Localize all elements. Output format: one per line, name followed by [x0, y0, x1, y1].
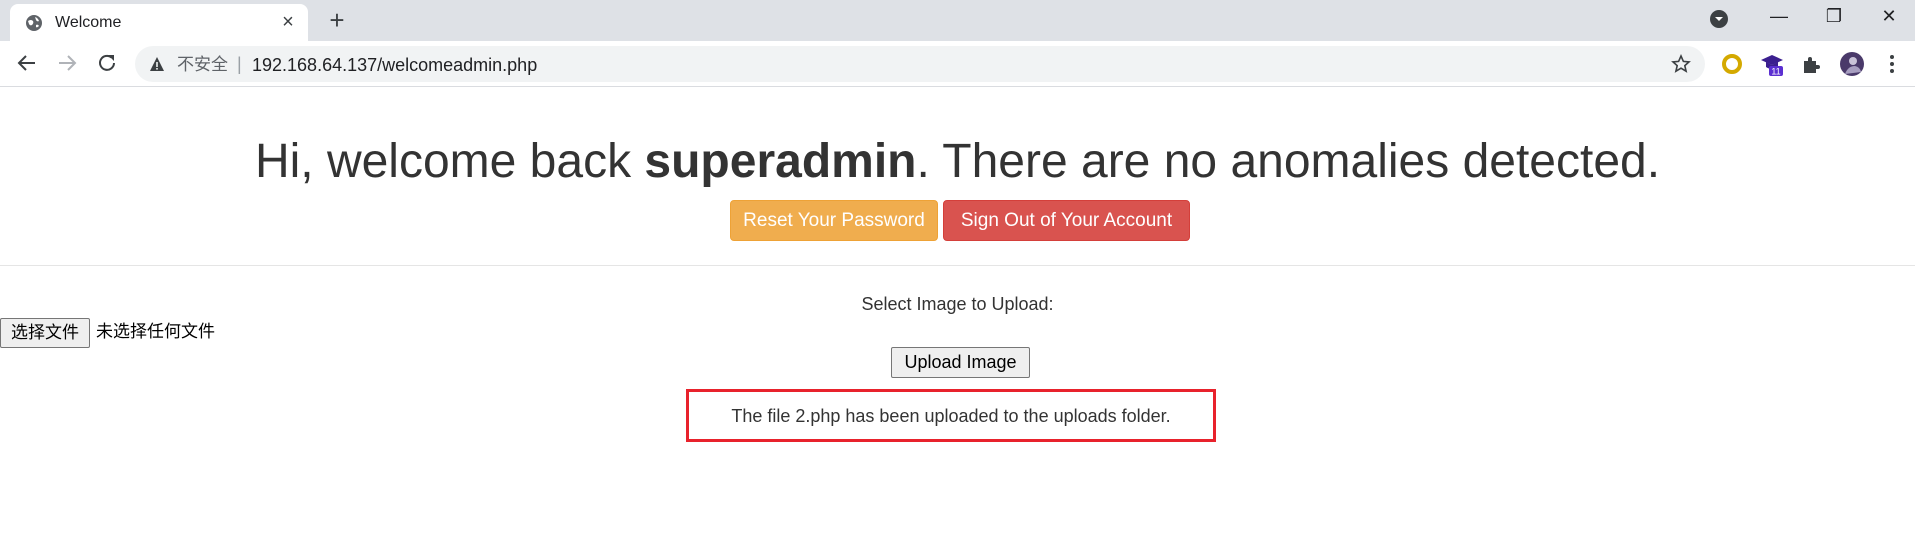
forward-arrow-icon[interactable] — [55, 51, 79, 75]
url-separator: | — [237, 54, 242, 74]
upload-result-message: The file 2.php has been uploaded to the … — [731, 406, 1171, 426]
tab-welcome[interactable]: Welcome × — [10, 4, 308, 41]
puzzle-extensions-icon[interactable] — [1800, 52, 1824, 76]
url-text[interactable]: 192.168.64.137/welcomeadmin.php — [252, 55, 537, 75]
close-window-button[interactable]: ✕ — [1874, 4, 1904, 28]
extension-badge: 11 — [1771, 67, 1780, 77]
tab-close-icon[interactable]: × — [278, 12, 298, 32]
upload-result-highlight: The file 2.php has been uploaded to the … — [686, 389, 1216, 442]
security-label[interactable]: 不安全 — [177, 55, 228, 75]
menu-kebab-icon[interactable] — [1880, 52, 1904, 76]
upload-image-button[interactable]: Upload Image — [891, 347, 1030, 378]
choose-file-button[interactable]: 选择文件 — [0, 318, 90, 348]
sign-out-button[interactable]: Sign Out of Your Account — [943, 200, 1190, 241]
minimize-button[interactable]: — — [1764, 4, 1794, 28]
file-status-text: 未选择任何文件 — [96, 322, 215, 342]
greeting-prefix: Hi, welcome back — [254, 135, 645, 188]
graduation-cap-extension-icon[interactable]: 11 — [1760, 52, 1784, 76]
username: superadmin — [644, 135, 917, 188]
browser-toolbar: 不安全 | 192.168.64.137/welcomeadmin.php 11 — [0, 41, 1915, 87]
welcome-heading: Hi, welcome back superadmin. There are n… — [0, 133, 1915, 191]
reset-password-button[interactable]: Reset Your Password — [730, 200, 938, 241]
back-arrow-icon[interactable] — [15, 51, 39, 75]
new-tab-button[interactable]: + — [323, 6, 351, 34]
select-image-label: Select Image to Upload: — [861, 294, 1054, 314]
tab-strip: Welcome × + — ❐ ✕ — [0, 0, 1915, 41]
ring-extension-icon[interactable] — [1720, 52, 1744, 76]
bookmark-star-icon[interactable] — [1671, 54, 1691, 74]
reload-icon[interactable] — [95, 51, 119, 75]
warning-triangle-icon[interactable] — [149, 56, 165, 72]
divider — [0, 265, 1915, 266]
tab-title: Welcome — [55, 14, 122, 31]
globe-icon — [26, 15, 42, 31]
tab-search-icon[interactable] — [1709, 9, 1729, 29]
address-bar[interactable]: 不安全 | 192.168.64.137/welcomeadmin.php — [135, 46, 1705, 82]
greeting-suffix: . There are no anomalies detected. — [916, 135, 1661, 188]
profile-avatar-icon[interactable] — [1840, 52, 1864, 76]
maximize-button[interactable]: ❐ — [1819, 4, 1849, 28]
